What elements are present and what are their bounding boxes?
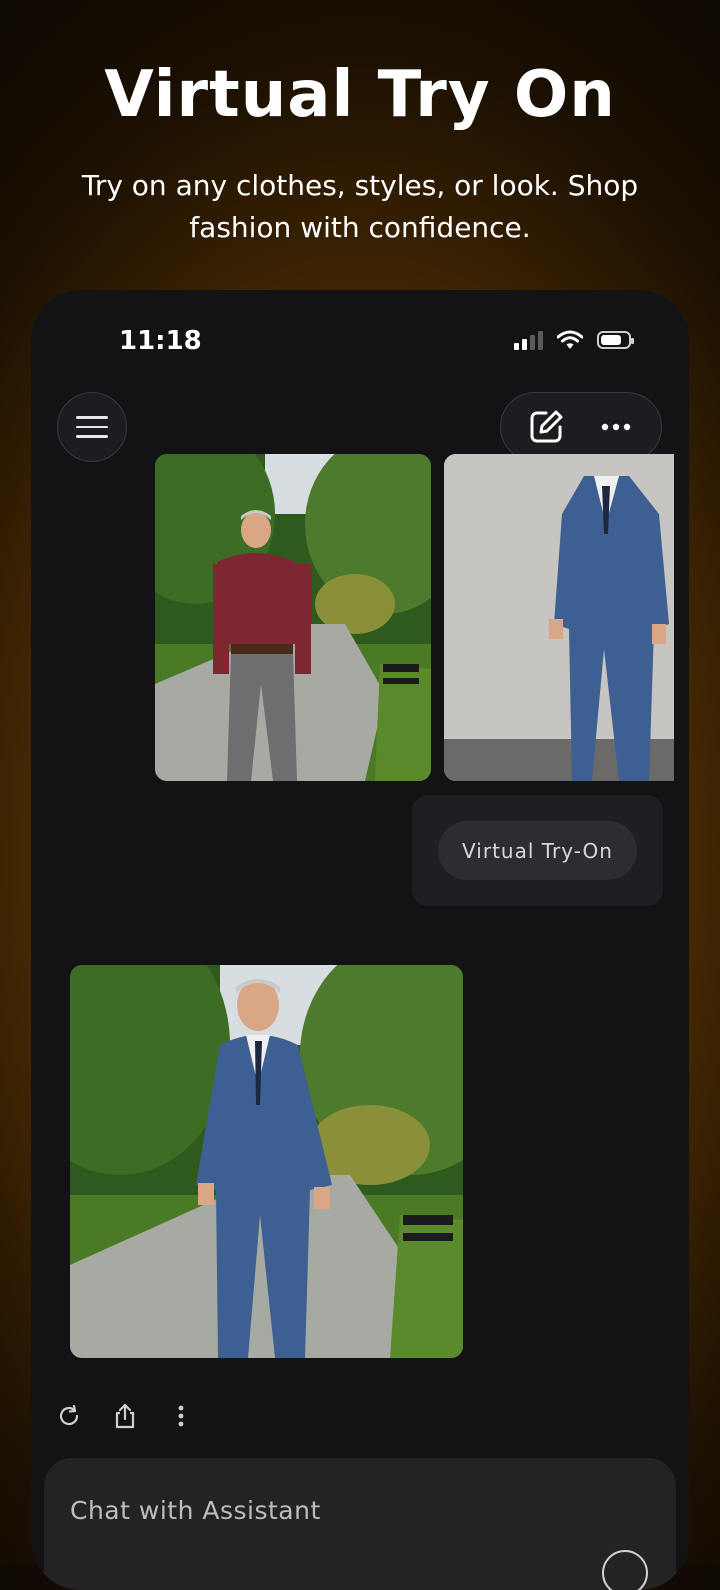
phone-frame: 11:18 Virtual Try-On Chat with Assistant: [31, 290, 689, 1590]
status-time: 11:18: [119, 326, 202, 356]
more-horizontal-icon: [601, 423, 631, 431]
chat-input-placeholder[interactable]: Chat with Assistant: [70, 1496, 321, 1525]
share-icon: [115, 1403, 135, 1429]
suit-photo[interactable]: [444, 454, 674, 781]
menu-button[interactable]: [57, 392, 127, 462]
signal-icon: [514, 330, 543, 350]
new-chat-button[interactable]: [520, 401, 572, 453]
share-button[interactable]: [111, 1402, 139, 1430]
message-more-button[interactable]: [167, 1402, 195, 1430]
tryon-result-photo[interactable]: [70, 965, 463, 1358]
more-options-button[interactable]: [590, 401, 642, 453]
promo-title: Virtual Try On: [104, 58, 616, 132]
hamburger-icon: [76, 416, 108, 419]
promo-subtitle: Try on any clothes, styles, or look. Sho…: [81, 169, 639, 244]
refresh-icon: [59, 1404, 79, 1426]
send-button[interactable]: [602, 1550, 648, 1590]
regenerate-button[interactable]: [55, 1402, 83, 1430]
edit-icon: [530, 410, 563, 443]
wifi-icon: [557, 330, 583, 349]
message-actions: [55, 1402, 195, 1430]
more-vertical-icon: [178, 1405, 184, 1427]
battery-icon: [597, 331, 634, 349]
top-actions: [500, 392, 662, 462]
prompt-card: Virtual Try-On: [412, 795, 663, 906]
status-icons: [514, 330, 634, 350]
virtual-try-on-chip[interactable]: Virtual Try-On: [438, 821, 637, 880]
chat-composer[interactable]: Chat with Assistant: [44, 1458, 676, 1590]
person-photo[interactable]: [155, 454, 431, 781]
